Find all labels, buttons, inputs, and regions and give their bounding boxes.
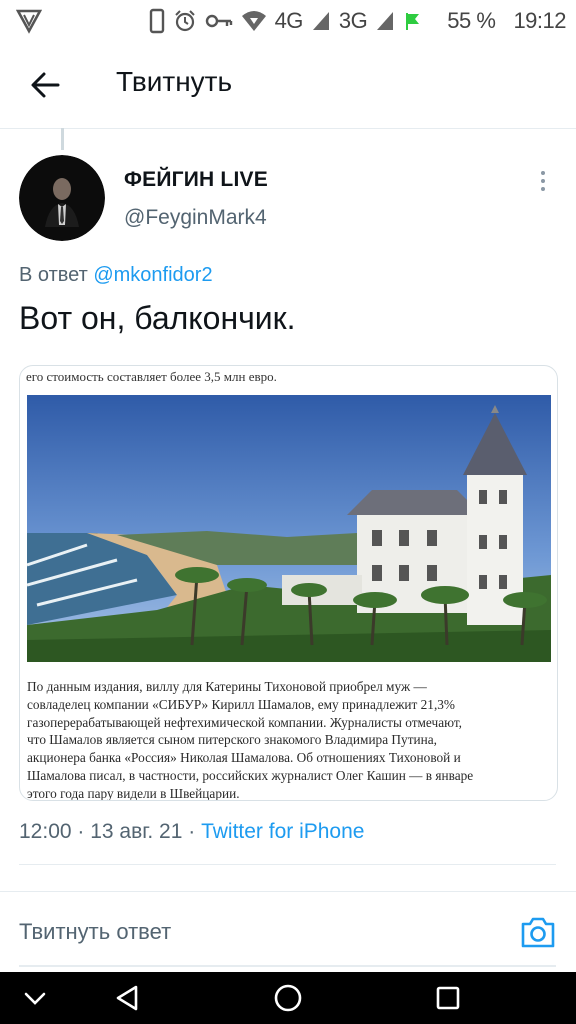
divider bbox=[0, 891, 576, 892]
villa-photo bbox=[27, 395, 551, 662]
wifi-icon bbox=[241, 9, 267, 33]
article-line: совладелец компании «СИБУР» Кирилл Шамал… bbox=[27, 696, 456, 712]
reply-input[interactable]: Твитнуть ответ bbox=[19, 919, 171, 945]
tweet-media-image[interactable]: его стоимость составляет более 3,5 млн е… bbox=[19, 365, 558, 801]
meta-separator: · bbox=[71, 820, 91, 843]
article-line: По данным издания, виллу для Катерины Ти… bbox=[27, 679, 427, 694]
more-options-icon[interactable] bbox=[530, 168, 556, 194]
phone-icon bbox=[149, 8, 165, 34]
app-header: Твитнуть bbox=[0, 42, 576, 129]
key-icon bbox=[205, 11, 233, 31]
article-line: Шамалова писал, в частности, российских … bbox=[27, 767, 474, 783]
camera-icon[interactable] bbox=[520, 915, 556, 949]
signal-icon bbox=[311, 10, 331, 32]
vpn-icon bbox=[15, 8, 43, 34]
back-arrow-icon[interactable] bbox=[28, 68, 62, 102]
article-line: что Шамалов является сыном питерского зн… bbox=[27, 732, 437, 748]
clock: 19:12 bbox=[513, 8, 566, 33]
network-4g-label: 4G bbox=[274, 8, 304, 33]
reply-prefix: В ответ bbox=[19, 264, 88, 286]
tweet-time: 12:00 bbox=[19, 820, 72, 843]
reply-input-underline bbox=[19, 965, 556, 967]
nav-back-icon[interactable] bbox=[112, 982, 144, 1014]
status-icons: 4G 3G 55 % 19:12 bbox=[149, 6, 566, 36]
signal-icon bbox=[375, 10, 395, 32]
article-caption: его стоимость составляет более 3,5 млн е… bbox=[26, 369, 277, 384]
page-title: Твитнуть bbox=[116, 66, 233, 97]
author-handle[interactable]: @FeyginMark4 bbox=[124, 206, 267, 230]
avatar[interactable] bbox=[19, 155, 105, 241]
nav-recents-icon[interactable] bbox=[432, 982, 464, 1014]
thread-connector bbox=[61, 128, 64, 150]
meta-separator: · bbox=[182, 820, 202, 843]
tweet-text: Вот он, балкончик. bbox=[19, 300, 296, 336]
system-nav-bar bbox=[0, 972, 576, 1024]
network-3g-label: 3G bbox=[338, 8, 368, 33]
nav-home-icon[interactable] bbox=[272, 982, 304, 1014]
status-bar: 4G 3G 55 % 19:12 bbox=[0, 0, 576, 42]
flag-icon bbox=[403, 10, 423, 32]
article-line: газоперерабатывающей нефтехимической ком… bbox=[27, 714, 462, 730]
article-line: акционера банка «Россия» Николая Шамалов… bbox=[27, 750, 461, 766]
tweet-meta: 12:00 · 13 авг. 21 · Twitter for iPhone bbox=[19, 820, 364, 844]
author-name[interactable]: ФЕЙГИН LIVE bbox=[124, 168, 268, 192]
tweet-date: 13 авг. 21 bbox=[90, 820, 183, 843]
article-text: По данным издания, виллу для Катерины Ти… bbox=[27, 678, 551, 801]
divider bbox=[19, 864, 556, 865]
article-line: этого года пару видели в Швейцарии. bbox=[27, 785, 240, 801]
alarm-icon bbox=[173, 9, 197, 33]
battery-label: 55 % bbox=[447, 8, 496, 33]
reply-context: В ответ @mkonfidor2 bbox=[19, 264, 213, 287]
reply-to-link[interactable]: @mkonfidor2 bbox=[93, 264, 212, 286]
tweet-source-link[interactable]: Twitter for iPhone bbox=[201, 820, 364, 843]
chevron-down-icon[interactable] bbox=[19, 982, 51, 1014]
